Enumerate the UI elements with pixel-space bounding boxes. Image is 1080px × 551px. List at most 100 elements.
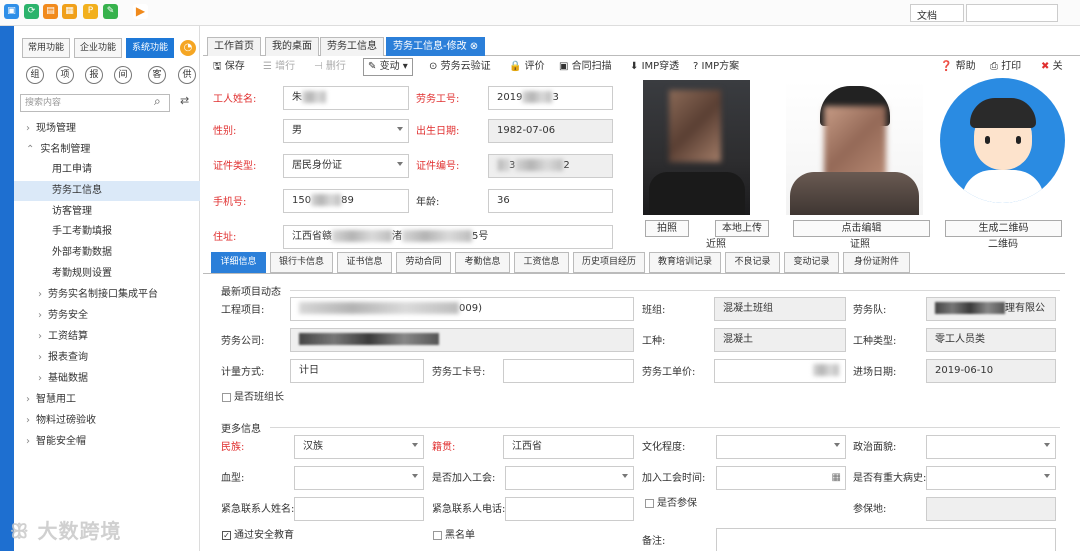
name-field[interactable]: 朱 — [283, 86, 409, 110]
close-tab-icon[interactable]: ⊗ — [470, 41, 478, 52]
doc-select[interactable]: 文档 — [910, 4, 964, 22]
app-icon-6[interactable]: ✎ — [103, 4, 118, 19]
close-button[interactable]: ✖ 关 — [1041, 59, 1063, 75]
union-select[interactable] — [505, 466, 634, 490]
help-button[interactable]: ❓ 帮助 — [940, 59, 976, 75]
save-button[interactable]: 🖫 保存 — [213, 59, 245, 75]
remark-field[interactable] — [716, 528, 1056, 551]
generate-qr-button[interactable]: 生成二维码 — [945, 220, 1062, 237]
tab-worker-info-edit[interactable]: 劳务工信息-修改 ⊗ — [386, 37, 486, 56]
worker-no-field[interactable]: 2019 3 — [488, 86, 613, 110]
safety-education-checkbox[interactable]: ✓ — [222, 531, 231, 540]
id-number-field[interactable]: 32 — [488, 154, 613, 178]
tree-item-worker-info[interactable]: 劳务工信息 — [14, 181, 200, 201]
education-select[interactable] — [716, 435, 846, 459]
tab-labor-contract[interactable]: 劳动合同 — [396, 252, 451, 273]
tree-item-site-management[interactable]: › 现场管理 — [14, 119, 200, 139]
tab-change-records[interactable]: 变动记录 — [784, 252, 839, 273]
tab-bad-records[interactable]: 不良记录 — [725, 252, 780, 273]
evaluate-button[interactable]: 🔒 评价 — [509, 59, 545, 75]
tab-project-history[interactable]: 历史项目经历 — [573, 252, 645, 273]
next-icon[interactable]: ▶ — [133, 4, 148, 19]
phone-field[interactable]: 150 89 — [283, 189, 409, 213]
app-icon-3[interactable]: ▤ — [43, 4, 58, 19]
tab-system-functions[interactable]: 系统功能 — [126, 38, 174, 58]
recent-photo[interactable] — [643, 80, 750, 215]
age-field[interactable]: 36 — [488, 189, 613, 213]
unit-price-field[interactable] — [714, 359, 846, 383]
ethnic-select[interactable]: 汉族 — [294, 435, 424, 459]
tree-item-report-query[interactable]: › 报表查询 — [14, 348, 200, 368]
tab-id-attachment[interactable]: 身份证附件 — [843, 252, 910, 273]
id-type-select[interactable]: 居民身份证 — [283, 154, 409, 178]
tree-item-smart-helmet[interactable]: › 智能安全帽 — [14, 432, 200, 452]
id-photo[interactable] — [786, 80, 923, 215]
pay-method-field[interactable]: 计日 — [290, 359, 424, 383]
shortcut-customer[interactable]: 客 — [148, 66, 166, 84]
blood-type-select[interactable] — [294, 466, 424, 490]
tree-item-employment-application[interactable]: 用工申请 — [14, 160, 200, 180]
imp-plan-button[interactable]: ? IMP方案 — [693, 59, 739, 75]
tab-bank-card[interactable]: 银行卡信息 — [270, 252, 333, 273]
tab-training[interactable]: 教育培训记录 — [649, 252, 721, 273]
doc-search-input[interactable] — [966, 4, 1058, 22]
company-field[interactable] — [290, 328, 634, 352]
tree-item-manual-attendance[interactable]: 手工考勤填报 — [14, 222, 200, 242]
calendar-icon[interactable]: ▦ — [832, 467, 841, 489]
avatar[interactable] — [940, 78, 1065, 203]
print-button[interactable]: ⎙ 打印 — [990, 59, 1021, 75]
project-field[interactable]: 009) — [290, 297, 634, 321]
app-icon-1[interactable]: ▣ — [4, 4, 19, 19]
tab-common-functions[interactable]: 常用功能 — [22, 38, 70, 58]
shortcut-room[interactable]: 间 — [114, 66, 132, 84]
tab-detail-info[interactable]: 详细信息 — [211, 252, 266, 273]
tree-item-labor-safety[interactable]: › 劳务安全 — [14, 306, 200, 326]
tree-item-integration-platform[interactable]: › 劳务实名制接口集成平台 — [14, 285, 200, 305]
contract-scan-button[interactable]: ▣ 合同扫描 — [559, 59, 612, 75]
tab-salary[interactable]: 工资信息 — [514, 252, 569, 273]
shortcut-project[interactable]: 项 — [56, 66, 74, 84]
local-upload-button[interactable]: 本地上传 — [715, 220, 769, 237]
cloud-verify-button[interactable]: ⊙ 劳务云验证 — [429, 59, 491, 75]
refresh-icon[interactable]: ⇄ — [180, 94, 189, 107]
political-select[interactable] — [926, 435, 1056, 459]
shortcut-supplier[interactable]: 供 — [178, 66, 196, 84]
tree-item-external-attendance[interactable]: 外部考勤数据 — [14, 243, 200, 263]
tree-item-visitor-management[interactable]: 访客管理 — [14, 202, 200, 222]
app-icon-5[interactable]: P — [83, 4, 98, 19]
entry-date-field[interactable]: 2019-06-10 — [926, 359, 1056, 383]
delete-row-button[interactable]: ⊣ 删行 — [314, 59, 346, 75]
address-field[interactable]: 江西省赣 渚 5号 — [283, 225, 613, 249]
add-row-button[interactable]: ☰ 增行 — [263, 59, 295, 75]
tree-item-material-weighing[interactable]: › 物料过磅验收 — [14, 411, 200, 431]
tab-my-desktop[interactable]: 我的桌面 — [265, 37, 319, 56]
emergency-name-field[interactable] — [294, 497, 424, 521]
shortcut-group[interactable]: 组 — [26, 66, 44, 84]
insured-checkbox[interactable] — [645, 499, 654, 508]
insured-place-field[interactable] — [926, 497, 1056, 521]
tab-enterprise-functions[interactable]: 企业功能 — [74, 38, 122, 58]
emergency-phone-field[interactable] — [505, 497, 634, 521]
birth-date-field[interactable]: 1982-07-06 — [488, 119, 613, 143]
trade-type-field[interactable]: 零工人员类 — [926, 328, 1056, 352]
search-icon[interactable]: ⌕ — [154, 94, 161, 109]
imp-pass-button[interactable]: ⬇ IMP穿透 — [630, 59, 679, 75]
gender-select[interactable]: 男 — [283, 119, 409, 143]
team-field[interactable]: 理有限公 — [926, 297, 1056, 321]
tab-certificate[interactable]: 证书信息 — [337, 252, 392, 273]
group-field[interactable]: 混凝土班组 — [714, 297, 846, 321]
is-leader-checkbox[interactable] — [222, 393, 231, 402]
tab-worker-info[interactable]: 劳务工信息 — [320, 37, 384, 56]
tab-home[interactable]: 工作首页 — [207, 37, 261, 56]
tree-item-attendance-rules[interactable]: 考勤规则设置 — [14, 264, 200, 284]
app-icon-4[interactable]: ▦ — [62, 4, 77, 19]
sidebar-search-input[interactable]: 搜索内容 — [20, 94, 170, 112]
blacklist-checkbox[interactable] — [433, 531, 442, 540]
native-place-field[interactable]: 江西省 — [503, 435, 634, 459]
tree-item-wage-settlement[interactable]: › 工资结算 — [14, 327, 200, 347]
trade-field[interactable]: 混凝土 — [714, 328, 846, 352]
card-no-field[interactable] — [503, 359, 634, 383]
click-edit-button[interactable]: 点击编辑 — [793, 220, 930, 237]
tree-item-basic-data[interactable]: › 基础数据 — [14, 369, 200, 389]
shortcut-report[interactable]: 报 — [85, 66, 103, 84]
